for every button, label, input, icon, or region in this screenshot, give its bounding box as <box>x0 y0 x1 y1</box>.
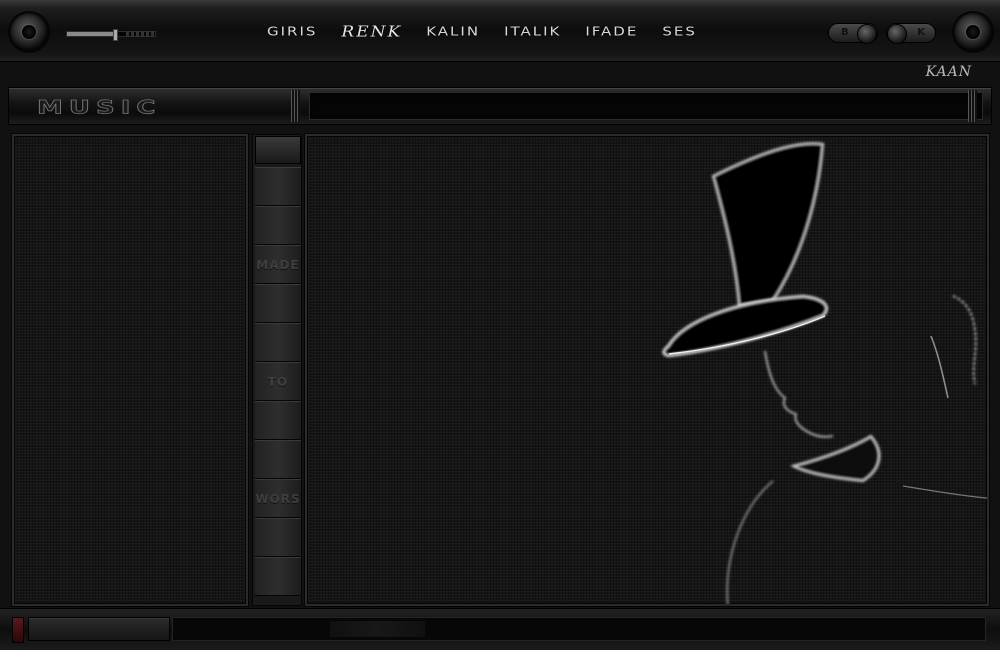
title-display-field <box>309 92 983 120</box>
menu-item-renk[interactable]: Renk <box>329 24 414 44</box>
side-menu-item[interactable] <box>255 557 301 596</box>
footer-button[interactable] <box>28 617 170 641</box>
volume-slider-ticks <box>126 31 154 37</box>
toggle-b-ball-icon <box>857 24 877 44</box>
side-menu-top-button[interactable] <box>255 136 301 164</box>
grip-handle-icon[interactable] <box>968 90 977 122</box>
side-menu-item[interactable] <box>255 401 301 440</box>
menu-item-kalin[interactable]: KALIN <box>414 24 492 44</box>
toggle-b-button[interactable]: B <box>828 23 878 44</box>
footer-bar <box>0 608 1000 650</box>
toggle-k-ball-icon <box>887 24 907 44</box>
brand-signature: KAAN <box>925 64 972 80</box>
app-frame: GIRIS Renk KALIN ITALIK IFADE SES B K KAAN MU… <box>0 0 1000 650</box>
side-menu-item[interactable] <box>255 440 301 479</box>
menu-item-ifade[interactable]: IFADE <box>573 24 650 44</box>
status-led-icon <box>12 617 24 643</box>
volume-slider-thumb[interactable] <box>113 29 119 41</box>
main-content-panel <box>305 134 989 606</box>
left-content-panel <box>12 134 248 606</box>
toggle-k-button[interactable]: K <box>886 23 936 44</box>
footer-status-field <box>172 617 986 641</box>
side-menu-item[interactable] <box>255 323 301 362</box>
top-bar: GIRIS Renk KALIN ITALIK IFADE SES B K <box>0 0 1000 62</box>
title-bar: MUSIC <box>8 87 992 125</box>
side-menu-item[interactable]: TO <box>255 362 301 401</box>
side-menu-item[interactable] <box>255 284 301 323</box>
menu-item-italik[interactable]: ITALIK <box>492 24 573 44</box>
side-menu-item[interactable] <box>255 206 301 245</box>
right-dial-knob-icon[interactable] <box>954 13 992 51</box>
top-hat-silhouette-image <box>662 142 987 604</box>
toggle-b-label: B <box>841 27 849 38</box>
side-menu-item[interactable] <box>255 518 301 557</box>
side-menu-list: MADE TO WORS <box>255 167 301 596</box>
side-menu-column: MADE TO WORS <box>252 134 302 606</box>
side-menu-item[interactable]: WORS <box>255 479 301 518</box>
menu-item-ses[interactable]: SES <box>650 24 709 44</box>
menu-item-giris[interactable]: GIRIS <box>255 24 329 44</box>
footer-ghost-logo-icon <box>330 621 425 637</box>
side-menu-item[interactable]: MADE <box>255 245 301 284</box>
side-menu-item[interactable] <box>255 167 301 206</box>
volume-slider-fill <box>67 32 116 36</box>
left-dial-knob-icon[interactable] <box>10 13 48 51</box>
toggle-group: B K <box>828 23 936 44</box>
site-title: MUSIC <box>36 97 162 119</box>
top-menu: GIRIS Renk KALIN ITALIK IFADE SES <box>255 22 709 46</box>
toggle-k-label: K <box>917 27 925 38</box>
grip-handle-icon[interactable] <box>291 90 300 122</box>
